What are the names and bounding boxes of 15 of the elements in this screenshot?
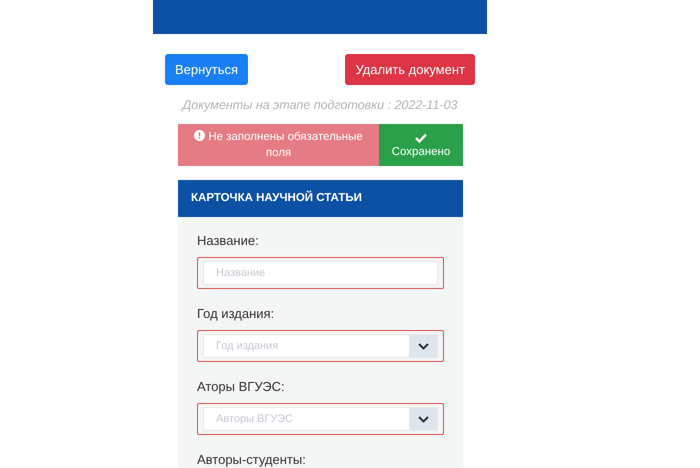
stage-date-text: Документы на этапе подготовки : 2022-11-03 bbox=[180, 97, 458, 114]
field-label: Год издания: bbox=[197, 305, 276, 322]
chevron-down-icon bbox=[418, 342, 428, 350]
title-input-field[interactable]: Название bbox=[197, 257, 444, 289]
field-label: Аторы ВГУЭС: bbox=[197, 378, 286, 395]
exclamation-icon bbox=[194, 130, 206, 141]
back-button[interactable]: Вернуться bbox=[165, 54, 248, 85]
delete-document-button[interactable]: Удалить документ bbox=[345, 54, 475, 85]
field-label: Авторы-студенты: bbox=[197, 451, 307, 468]
chevron-down-icon bbox=[418, 416, 428, 422]
field-label: Название: bbox=[197, 232, 260, 249]
required-fields-alert: Не заполнены обязательные поля bbox=[178, 124, 379, 166]
check-icon bbox=[415, 132, 427, 142]
card-title: КАРТОЧКА НАУЧНОЙ СТАТЬИ bbox=[178, 180, 463, 217]
saved-badge: Сохранено bbox=[379, 124, 463, 166]
